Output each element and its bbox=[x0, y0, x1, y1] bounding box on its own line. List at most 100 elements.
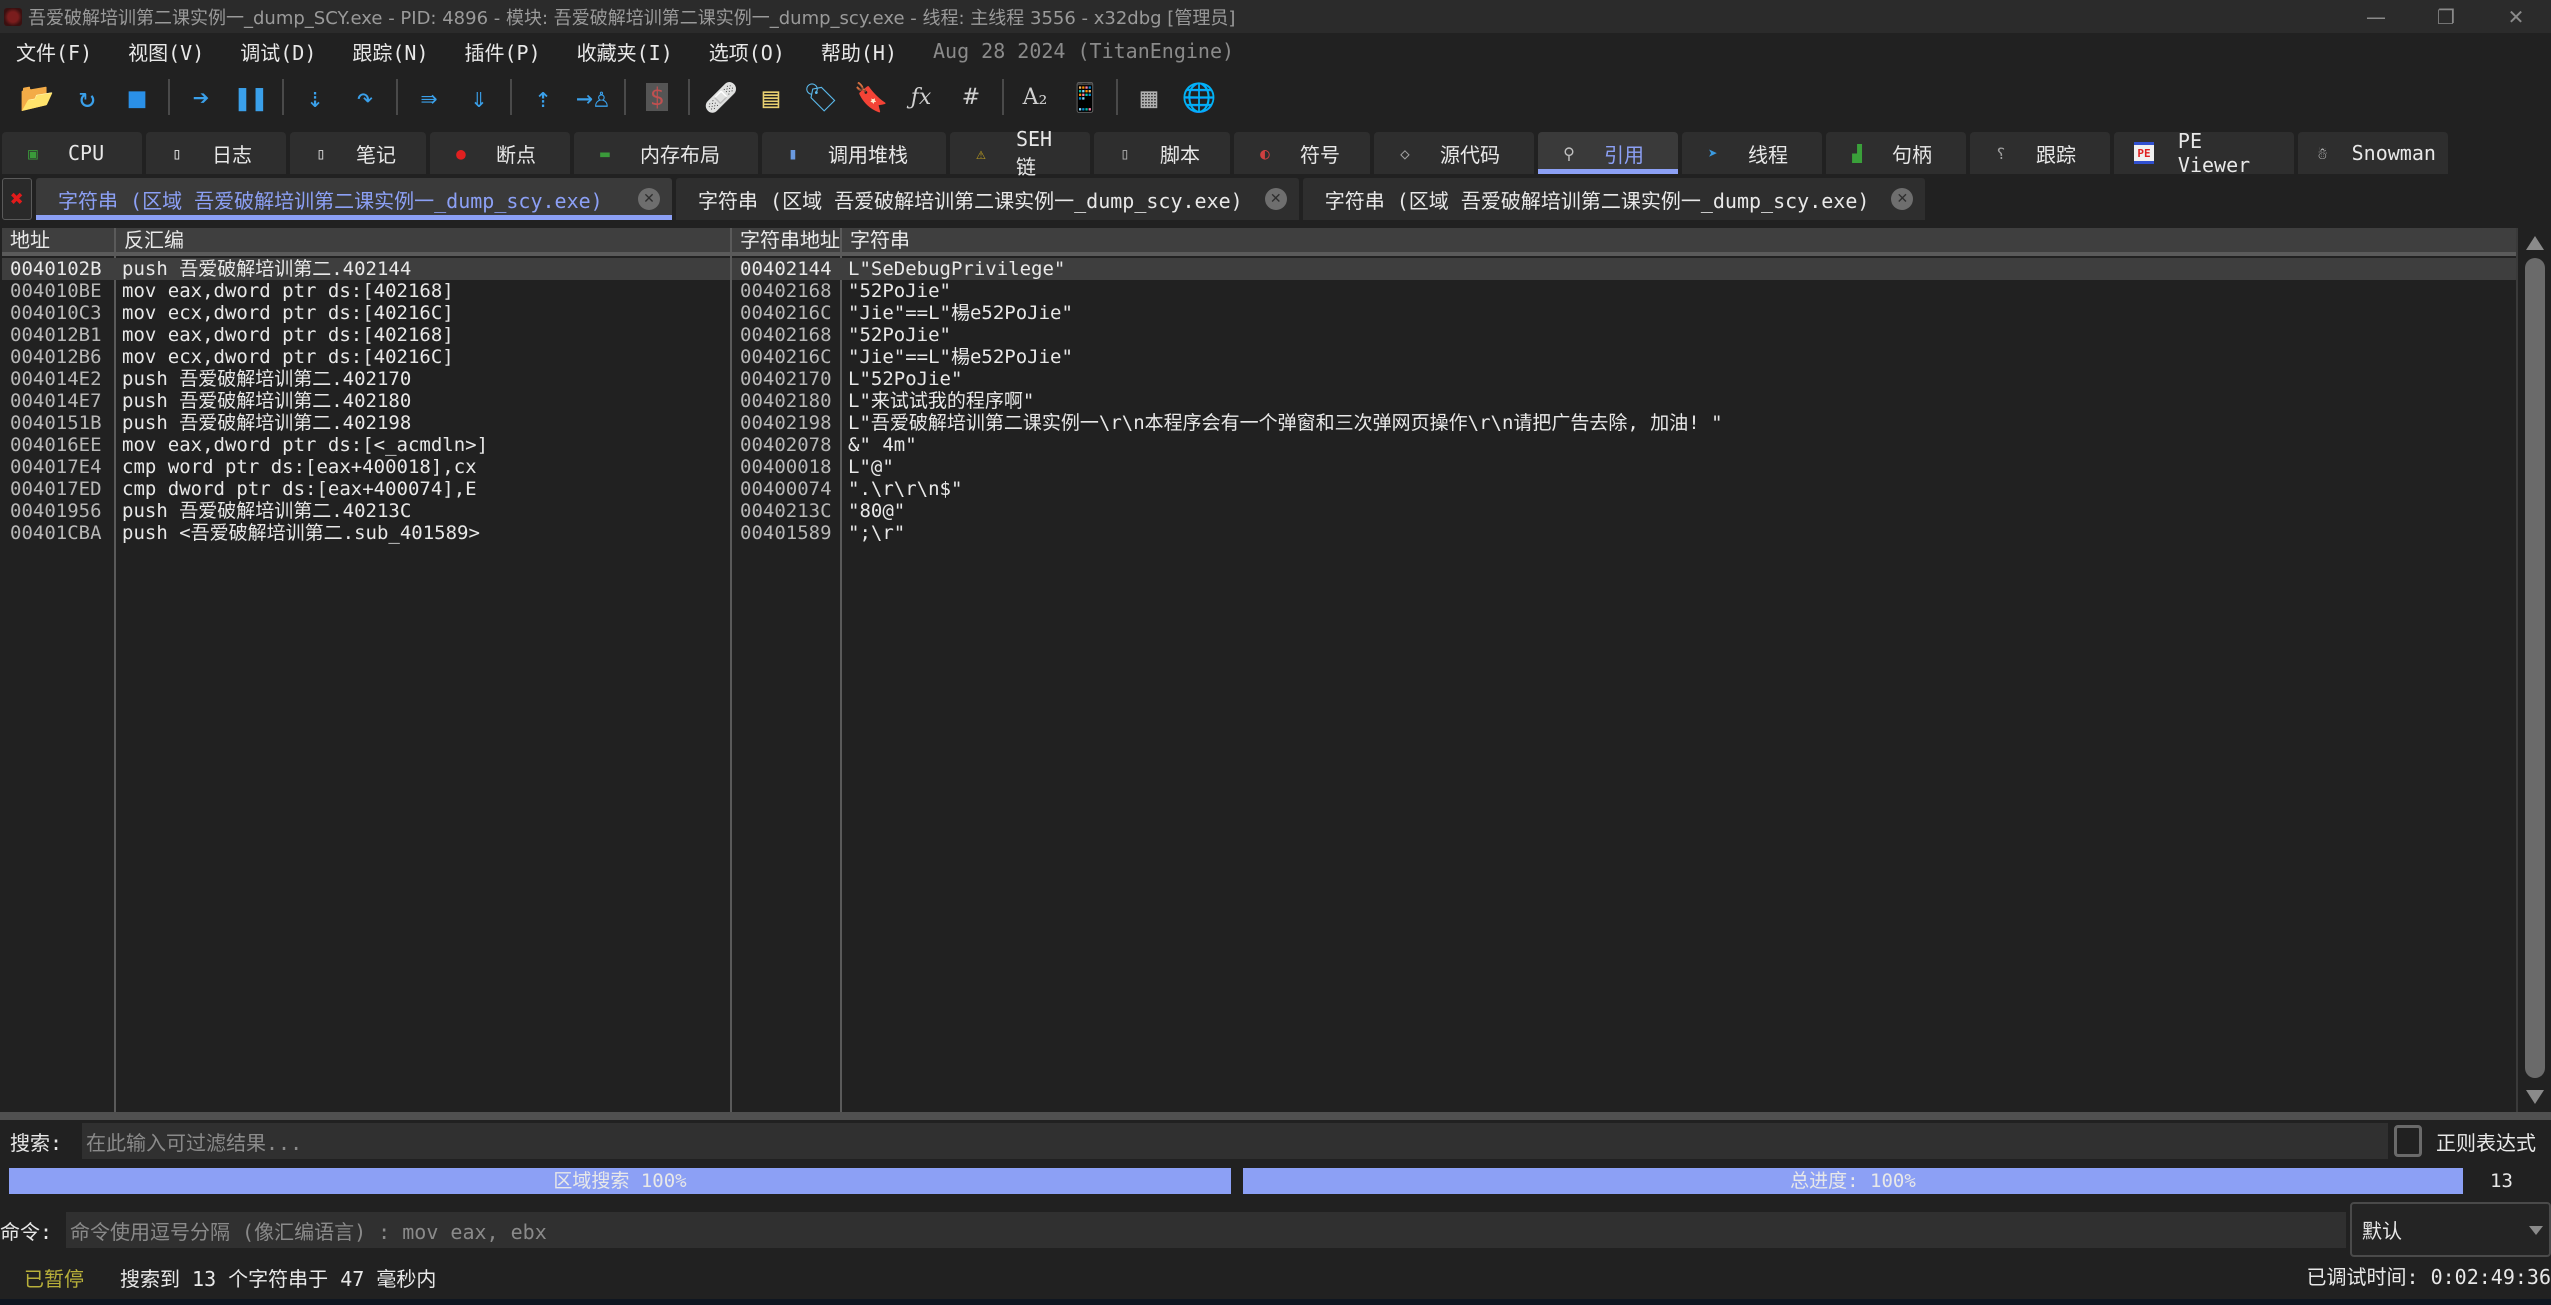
table-row[interactable]: 00402180 L"来试试我的程序啊" bbox=[732, 390, 2516, 412]
open-button[interactable]: 📂 bbox=[12, 75, 62, 119]
labels-button[interactable]: 🏷 bbox=[796, 75, 846, 119]
menu-view[interactable]: 视图(V) bbox=[128, 37, 204, 66]
menu-help[interactable]: 帮助(H) bbox=[821, 37, 897, 66]
restart-button[interactable]: ↻ bbox=[62, 75, 112, 119]
table-row[interactable]: 00401CBA push <吾爱破解培训第二.sub_401589> bbox=[2, 522, 730, 544]
menu-debug[interactable]: 调试(D) bbox=[240, 37, 316, 66]
column-header-string[interactable]: 字符串 bbox=[842, 228, 2516, 252]
run-to-user-code-button[interactable]: →♙ bbox=[568, 75, 618, 119]
step-into-button[interactable]: ⇣ bbox=[290, 75, 340, 119]
table-row[interactable]: 004017ED cmp dword ptr ds:[eax+400074],E bbox=[2, 478, 730, 500]
table-row[interactable]: 00401589 ";\r" bbox=[732, 522, 2516, 544]
command-input[interactable]: 命令使用逗号分隔 (像汇编语言) : mov eax, ebx bbox=[66, 1212, 2346, 1248]
table-row[interactable]: 004014E7 push 吾爱破解培训第二.402180 bbox=[2, 390, 730, 412]
tab-snowman[interactable]: ☃ Snowman bbox=[2298, 132, 2448, 174]
close-tab-icon[interactable]: ✕ bbox=[1891, 188, 1914, 210]
restore-button[interactable]: ❐ bbox=[2411, 0, 2481, 33]
tab-call-stack[interactable]: ▮ 调用堆栈 bbox=[762, 132, 946, 174]
tab-source[interactable]: ◇ 源代码 bbox=[1374, 132, 1534, 174]
pause-button[interactable]: ❚❚ bbox=[226, 75, 276, 119]
table-row[interactable]: 00402170 L"52PoJie" bbox=[732, 368, 2516, 390]
table-row[interactable]: 0040213C "80@" bbox=[732, 500, 2516, 522]
table-row[interactable]: 00402078 &" 4m" bbox=[732, 434, 2516, 456]
minimize-button[interactable]: — bbox=[2341, 0, 2411, 33]
table-row[interactable]: 00401956 push 吾爱破解培训第二.40213C bbox=[2, 500, 730, 522]
scroll-down-icon[interactable] bbox=[2526, 1090, 2544, 1104]
tab-seh[interactable]: ⚠ SEH链 bbox=[950, 127, 1090, 179]
menu-plugins[interactable]: 插件(P) bbox=[465, 37, 541, 66]
variables-button[interactable]: # bbox=[946, 75, 996, 119]
tab-cpu[interactable]: ▣ CPU bbox=[2, 132, 142, 174]
strings-button[interactable]: A₂ bbox=[1010, 75, 1060, 119]
stop-button[interactable]: ■ bbox=[112, 75, 162, 119]
functions-button[interactable]: ƒx bbox=[896, 75, 946, 119]
table-row[interactable]: 00402198 L"吾爱破解培训第二课实例一\r\n本程序会有一个弹窗和三次弹网… bbox=[732, 412, 2516, 434]
tab-log[interactable]: ▯ 日志 bbox=[146, 132, 286, 174]
regex-checkbox[interactable] bbox=[2394, 1125, 2422, 1157]
search-row: 搜索: 在此输入可过滤结果... 正则表达式 bbox=[0, 1120, 2551, 1162]
table-row[interactable]: 004012B1 mov eax,dword ptr ds:[402168] bbox=[2, 324, 730, 346]
table-row[interactable]: 004012B6 mov ecx,dword ptr ds:[40216C] bbox=[2, 346, 730, 368]
table-row[interactable]: 004010BE mov eax,dword ptr ds:[402168] bbox=[2, 280, 730, 302]
tab-strings-3[interactable]: 字符串 (区域 吾爱破解培训第二课实例一_dump_scy.exe) ✕ bbox=[1302, 178, 1926, 220]
scylla-button[interactable]: $ bbox=[632, 75, 682, 119]
calls-button[interactable]: 📱 bbox=[1060, 75, 1110, 119]
tab-script[interactable]: ▯ 脚本 bbox=[1094, 132, 1230, 174]
table-row[interactable]: 00402168 "52PoJie" bbox=[732, 324, 2516, 346]
tab-handles[interactable]: ▟ 句柄 bbox=[1826, 132, 1966, 174]
tab-pe-viewer[interactable]: PE PE Viewer bbox=[2114, 129, 2294, 177]
calculator-button[interactable]: ▦ bbox=[1124, 75, 1174, 119]
column-header-address[interactable]: 地址 bbox=[2, 228, 116, 252]
table-row[interactable]: 00402144 L"SeDebugPrivilege" bbox=[732, 258, 2516, 280]
search-input[interactable]: 在此输入可过滤结果... bbox=[82, 1123, 2388, 1159]
step-over-button[interactable]: ↷ bbox=[340, 75, 390, 119]
web-button[interactable]: 🌐 bbox=[1174, 75, 1224, 119]
table-row[interactable]: 00402168 "52PoJie" bbox=[732, 280, 2516, 302]
column-header-disassembly[interactable]: 反汇编 bbox=[116, 228, 730, 252]
table-row[interactable]: 004014E2 push 吾爱破解培训第二.402170 bbox=[2, 368, 730, 390]
tab-strings-1[interactable]: 字符串 (区域 吾爱破解培训第二课实例一_dump_scy.exe) ✕ bbox=[36, 178, 672, 220]
execute-till-return-button[interactable]: ⇡ bbox=[518, 75, 568, 119]
table-row[interactable]: 0040151B push 吾爱破解培训第二.402198 bbox=[2, 412, 730, 434]
close-all-tabs-button[interactable]: ✖ bbox=[2, 178, 32, 220]
table-row[interactable]: 004010C3 mov ecx,dword ptr ds:[40216C] bbox=[2, 302, 730, 324]
comments-button[interactable]: ▤ bbox=[746, 75, 796, 119]
tab-strings-2[interactable]: 字符串 (区域 吾爱破解培训第二课实例一_dump_scy.exe) ✕ bbox=[676, 178, 1299, 220]
main-tab-bar: ▣ CPU ▯ 日志 ▯ 笔记 ● 断点 ▬ 内存布局 ▮ 调用堆栈 ⚠ SEH链 ▯ 脚本 ◐ 符号 ◇ 源代码 ⚲ 引… bbox=[0, 127, 2452, 179]
string-cell: ";\r" bbox=[848, 522, 906, 544]
table-row[interactable]: 00400074 ".\r\r\n$" bbox=[732, 478, 2516, 500]
handles-icon: ▟ bbox=[1852, 143, 1862, 163]
close-tab-icon[interactable]: ✕ bbox=[1264, 188, 1287, 210]
table-row[interactable]: 004017E4 cmp word ptr ds:[eax+400018],cx bbox=[2, 456, 730, 478]
string-cell: L"来试试我的程序啊" bbox=[848, 390, 1035, 412]
menu-file[interactable]: 文件(F) bbox=[16, 37, 92, 66]
tab-memory-map[interactable]: ▬ 内存布局 bbox=[574, 132, 758, 174]
menu-options[interactable]: 选项(O) bbox=[709, 37, 785, 66]
tab-notes[interactable]: ▯ 笔记 bbox=[290, 132, 426, 174]
table-row[interactable]: 0040102B push 吾爱破解培训第二.402144 bbox=[2, 258, 730, 280]
table-row[interactable]: 0040216C "Jie"==L"楊e52PoJie" bbox=[732, 302, 2516, 324]
tab-references[interactable]: ⚲ 引用 bbox=[1538, 132, 1678, 174]
command-mode-select[interactable]: 默认 bbox=[2350, 1202, 2551, 1257]
vertical-scrollbar[interactable] bbox=[2516, 228, 2551, 1112]
close-window-button[interactable]: ✕ bbox=[2481, 0, 2551, 33]
tab-trace[interactable]: ⸮ 跟踪 bbox=[1970, 132, 2110, 174]
scroll-up-icon[interactable] bbox=[2526, 236, 2544, 250]
table-row[interactable]: 0040216C "Jie"==L"楊e52PoJie" bbox=[732, 346, 2516, 368]
table-row[interactable]: 00400018 L"@" bbox=[732, 456, 2516, 478]
bookmarks-button[interactable]: 🔖 bbox=[846, 75, 896, 119]
close-tab-icon[interactable]: ✕ bbox=[638, 188, 660, 210]
run-button[interactable]: ➔ bbox=[176, 75, 226, 119]
tab-symbols[interactable]: ◐ 符号 bbox=[1234, 132, 1370, 174]
menu-favourites[interactable]: 收藏夹(I) bbox=[577, 37, 673, 66]
scrollbar-thumb[interactable] bbox=[2525, 258, 2545, 1078]
trace-over-button[interactable]: ⇓ bbox=[454, 75, 504, 119]
tab-threads[interactable]: ➤ 线程 bbox=[1682, 132, 1822, 174]
menu-trace[interactable]: 跟踪(N) bbox=[352, 37, 428, 66]
patches-button[interactable]: 🩹 bbox=[696, 75, 746, 119]
horizontal-splitter[interactable] bbox=[0, 1112, 2551, 1120]
tab-breakpoint[interactable]: ● 断点 bbox=[430, 132, 570, 174]
table-row[interactable]: 004016EE mov eax,dword ptr ds:[<_acmdln>] bbox=[2, 434, 730, 456]
column-header-string-address[interactable]: 字符串地址 bbox=[732, 228, 842, 252]
trace-into-button[interactable]: ⇛ bbox=[404, 75, 454, 119]
